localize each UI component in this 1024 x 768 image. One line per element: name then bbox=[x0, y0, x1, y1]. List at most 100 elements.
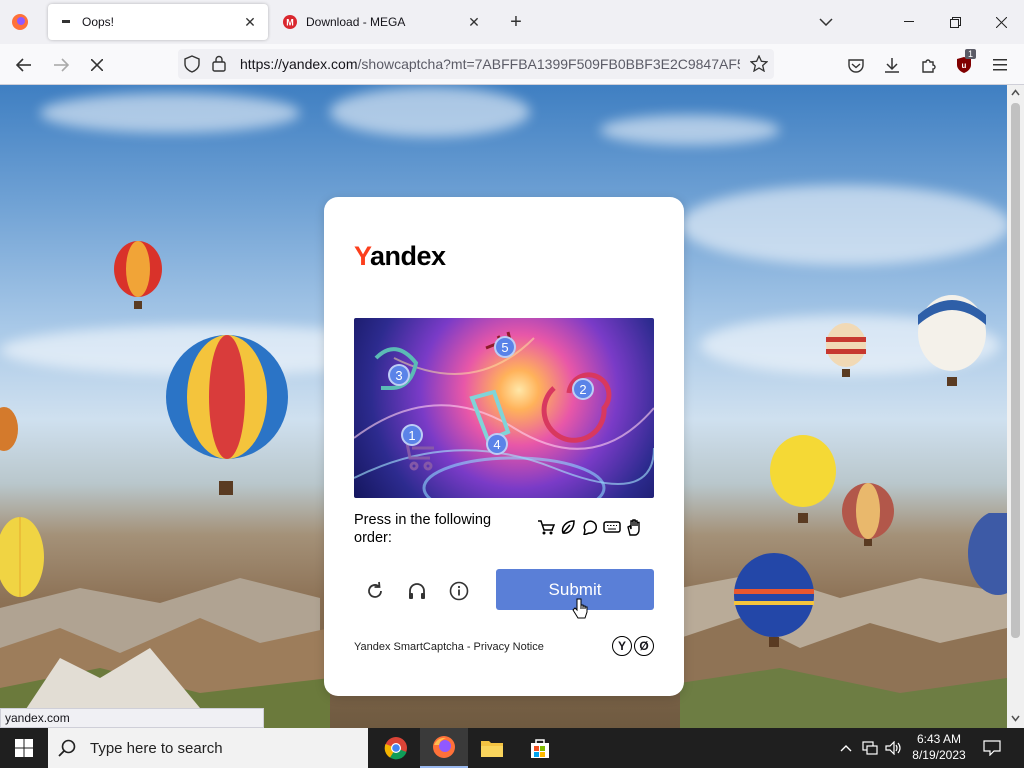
captcha-task-image[interactable]: 5 3 2 1 4 bbox=[354, 318, 654, 498]
chevron-up-icon bbox=[840, 745, 852, 752]
hand-icon bbox=[624, 517, 644, 537]
store-icon bbox=[531, 739, 549, 758]
hand-cursor-icon bbox=[572, 598, 588, 619]
cloud bbox=[40, 93, 300, 133]
stop-button[interactable] bbox=[84, 52, 110, 78]
extension-badge: 1 bbox=[965, 49, 977, 59]
balloon bbox=[918, 295, 986, 386]
speech-icon bbox=[580, 517, 600, 537]
close-tab-icon[interactable]: ✕ bbox=[242, 14, 258, 30]
balloon bbox=[0, 517, 44, 597]
clock-date: 8/19/2023 bbox=[912, 748, 966, 762]
url-bar[interactable]: https://yandex.com/showcaptcha?mt=7ABFFB… bbox=[178, 49, 774, 79]
audio-challenge-button[interactable] bbox=[404, 578, 430, 604]
taskbar-search[interactable]: Type here to search bbox=[48, 728, 368, 768]
lock-icon[interactable] bbox=[212, 55, 226, 75]
download-icon bbox=[885, 58, 899, 73]
info-button[interactable] bbox=[446, 578, 472, 604]
taskbar-firefox[interactable] bbox=[420, 728, 468, 768]
order-marker[interactable]: 2 bbox=[572, 378, 594, 400]
firefox-icon bbox=[12, 14, 28, 30]
balloon bbox=[734, 553, 814, 647]
downloads-button[interactable] bbox=[879, 52, 905, 78]
show-hidden-icons-button[interactable] bbox=[838, 728, 854, 768]
url-domain: https://yandex.com bbox=[240, 56, 358, 72]
network-icon bbox=[862, 741, 878, 755]
firefox-icon bbox=[433, 736, 455, 758]
status-bar: yandex.com bbox=[0, 708, 264, 728]
tab-title: Oops! bbox=[82, 15, 115, 29]
order-marker[interactable]: 3 bbox=[388, 364, 410, 386]
taskbar-store[interactable] bbox=[516, 728, 564, 768]
cart-icon bbox=[536, 517, 556, 537]
footer-separator: - bbox=[466, 641, 471, 653]
chrome-icon bbox=[384, 737, 407, 760]
svg-text:u: u bbox=[962, 61, 967, 70]
notifications-button[interactable] bbox=[980, 728, 1004, 768]
balloon bbox=[770, 435, 836, 523]
balloon bbox=[0, 407, 18, 451]
ublock-button[interactable]: u 1 bbox=[951, 49, 977, 78]
navigation-toolbar: https://yandex.com/showcaptcha?mt=7ABFFB… bbox=[0, 44, 1024, 85]
info-icon bbox=[449, 581, 469, 601]
vertical-scrollbar[interactable] bbox=[1007, 85, 1024, 728]
scrollbar-thumb[interactable] bbox=[1011, 103, 1020, 638]
balloon bbox=[166, 335, 288, 495]
back-button[interactable] bbox=[11, 52, 37, 78]
close-window-button[interactable] bbox=[978, 6, 1024, 38]
tracking-protection-icon[interactable] bbox=[184, 55, 200, 76]
scroll-down-icon[interactable] bbox=[1011, 715, 1020, 722]
notification-icon bbox=[983, 740, 1001, 756]
restore-icon bbox=[949, 16, 961, 28]
taskbar-clock[interactable]: 6:43 AM 8/19/2023 bbox=[904, 731, 974, 763]
tab-title: Download - MEGA bbox=[306, 15, 406, 29]
taskbar-file-explorer[interactable] bbox=[468, 728, 516, 768]
close-tab-icon[interactable]: ✕ bbox=[466, 14, 482, 30]
app-menu-button[interactable] bbox=[987, 52, 1013, 78]
keyboard-icon bbox=[602, 517, 622, 537]
extensions-button[interactable] bbox=[915, 52, 941, 78]
minimize-icon bbox=[904, 21, 914, 22]
footer-logos: Y Ø bbox=[612, 636, 654, 656]
scroll-up-icon[interactable] bbox=[1011, 89, 1020, 96]
order-marker[interactable]: 4 bbox=[486, 433, 508, 455]
order-marker[interactable]: 5 bbox=[494, 336, 516, 358]
refresh-button[interactable] bbox=[362, 578, 388, 604]
privacy-notice-link[interactable]: Privacy Notice bbox=[474, 641, 544, 653]
tab-mega[interactable]: M Download - MEGA ✕ bbox=[272, 4, 492, 40]
url-path: /showcaptcha?mt=7ABFFBA1399F509FB0BBF3E2… bbox=[357, 56, 740, 72]
restore-button[interactable] bbox=[932, 6, 978, 38]
smartcaptcha-link[interactable]: Yandex SmartCaptcha bbox=[354, 641, 464, 653]
minimize-button[interactable] bbox=[886, 6, 932, 38]
logo-first-letter: Y bbox=[354, 241, 371, 271]
captcha-instruction: Press in the following order: bbox=[354, 512, 492, 546]
bookmark-star-icon[interactable] bbox=[749, 54, 769, 75]
balloon bbox=[842, 483, 894, 546]
firefox-view-button[interactable] bbox=[8, 10, 32, 34]
mega-icon: M bbox=[282, 14, 298, 30]
pocket-icon bbox=[848, 58, 864, 73]
headphones-icon bbox=[409, 583, 425, 599]
list-all-tabs-button[interactable] bbox=[814, 10, 838, 34]
tab-oops[interactable]: Oops! ✕ bbox=[48, 4, 268, 40]
search-placeholder: Type here to search bbox=[90, 739, 223, 757]
captcha-footer: Yandex SmartCaptcha - Privacy Notice bbox=[354, 641, 544, 653]
start-button[interactable] bbox=[0, 728, 48, 768]
windows-taskbar: Type here to search 6:43 AM 8/19/2023 bbox=[0, 728, 1024, 768]
url-text[interactable]: https://yandex.com/showcaptcha?mt=7ABFFB… bbox=[240, 56, 740, 72]
logo-rest: andex bbox=[370, 241, 446, 271]
taskbar-chrome[interactable] bbox=[372, 728, 420, 768]
new-tab-button[interactable]: + bbox=[504, 10, 528, 34]
stop-icon bbox=[91, 59, 103, 71]
network-button[interactable] bbox=[860, 728, 880, 768]
windows-icon bbox=[15, 739, 33, 757]
clock-time: 6:43 AM bbox=[916, 732, 962, 746]
forward-button[interactable] bbox=[48, 52, 74, 78]
order-marker[interactable]: 1 bbox=[401, 424, 423, 446]
volume-button[interactable] bbox=[884, 728, 904, 768]
folder-icon bbox=[481, 741, 503, 757]
pocket-button[interactable] bbox=[843, 52, 869, 78]
captcha-card: Yandex 5 3 2 1 4 Press in the following … bbox=[324, 197, 684, 696]
balloon bbox=[114, 241, 162, 309]
cloud bbox=[330, 87, 530, 137]
